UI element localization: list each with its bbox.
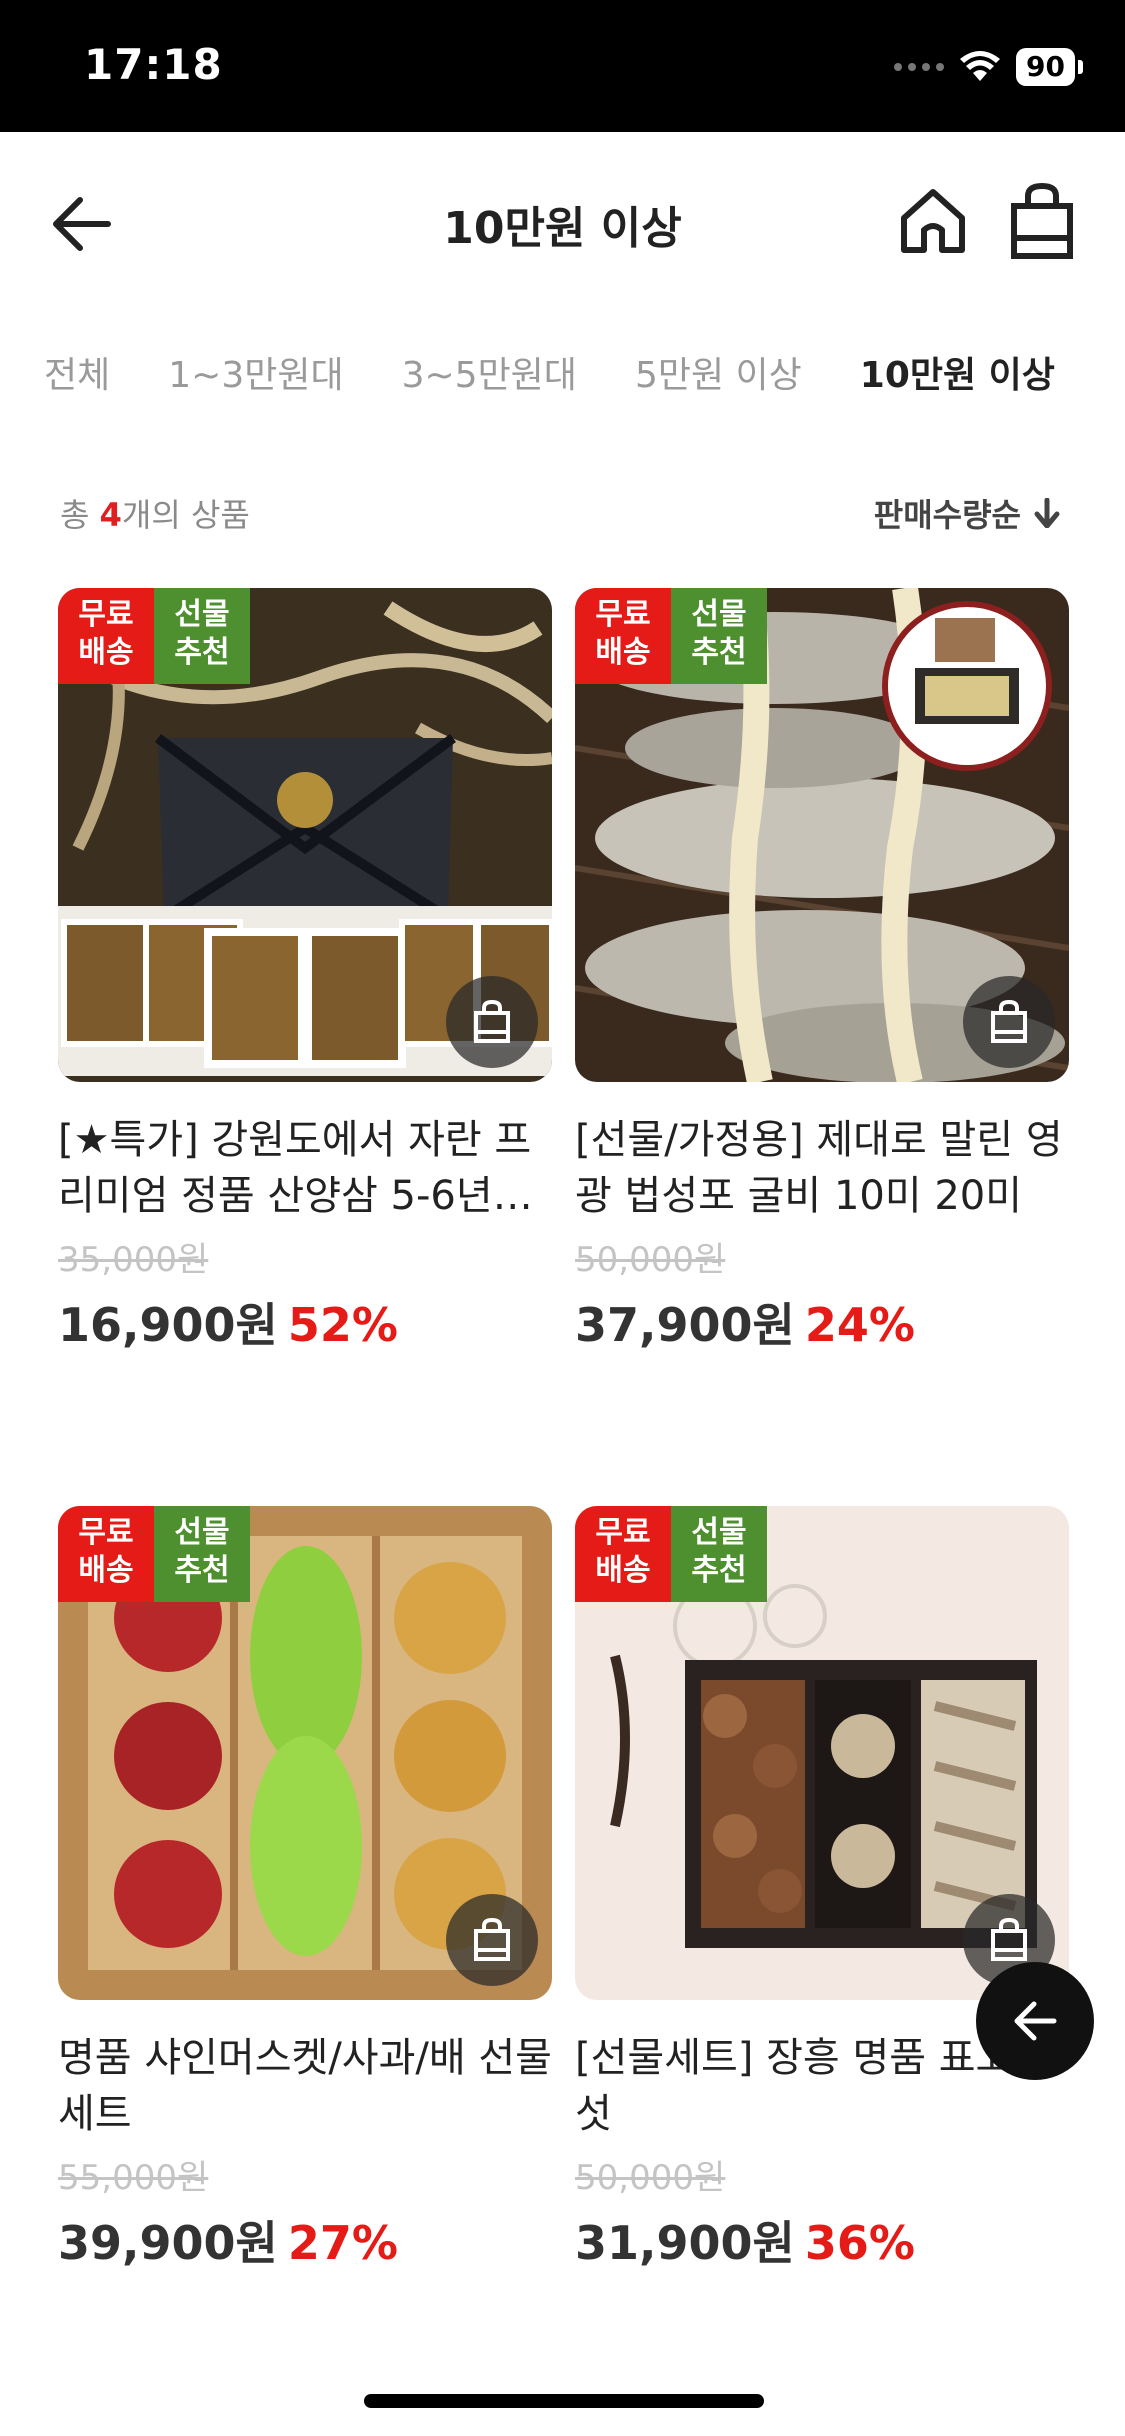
discount-rate: 52% [287,1298,398,1352]
sale-price-row: 31,900원 36% [575,2207,1069,2273]
sale-price-row: 37,900원 24% [575,1289,1069,1355]
product-card[interactable]: 무료 배송 선물 추천 [선물/가정용] 제대로 말린 영광 법성포 굴비 10미 … [575,588,1069,1355]
original-price: 50,000원 [575,2158,726,2198]
tab-30k-50k[interactable]: 3~5만원대 [402,346,577,396]
original-price: 55,000원 [58,2158,209,2198]
battery-indicator: 90 [1016,48,1083,86]
free-shipping-badge: 무료 배송 [58,1506,154,1602]
wifi-icon [960,51,1001,81]
product-name[interactable]: [★특가] 강원도에서 자란 프리미엄 정품 산양삼 5-6년근 선물세트 [58,1112,552,1224]
tab-all[interactable]: 전체 [44,346,110,396]
add-to-cart-button[interactable] [446,1894,538,1986]
cart-button[interactable] [1008,182,1076,260]
product-badges: 무료 배송 선물 추천 [575,588,767,684]
sale-price: 37,900원 [575,1298,795,1352]
tab-50k-plus[interactable]: 5만원 이상 [635,346,802,396]
shopping-bag-icon [991,1917,1027,1961]
product-count-prefix: 총 [60,496,100,534]
discount-rate: 27% [287,2216,398,2270]
product-name[interactable]: [선물/가정용] 제대로 말린 영광 법성포 굴비 10미 20미 [575,1112,1069,1224]
product-image[interactable]: 무료 배송 선물 추천 [575,588,1069,1082]
header: 10만원 이상 [0,132,1125,312]
shopping-bag-icon [1011,182,1073,259]
floating-back-button[interactable] [976,1962,1094,2080]
cellular-signal-icon [894,63,945,71]
status-time: 17:18 [84,40,223,89]
discount-rate: 24% [804,1298,915,1352]
product-name[interactable]: 명품 샤인머스켓/사과/배 선물세트 [58,2030,552,2142]
tab-100k-plus[interactable]: 10만원 이상 [860,346,1055,396]
free-shipping-badge: 무료 배송 [58,588,154,684]
gift-recommend-badge: 선물 추천 [671,1506,767,1602]
sale-price-row: 16,900원 52% [58,1289,552,1355]
gift-recommend-badge: 선물 추천 [154,1506,250,1602]
status-icons: 90 [894,48,1083,86]
gift-recommend-badge: 선물 추천 [154,588,250,684]
sort-label: 판매수량순 [873,496,1021,534]
sale-price: 39,900원 [58,2216,278,2270]
sale-price: 31,900원 [575,2216,795,2270]
sort-dropdown[interactable]: 판매수량순 [874,490,1061,536]
product-card[interactable]: 무료 배송 선물 추천 [선물세트] 장흥 명품 표고버섯 50,000원 31,9… [575,1506,1069,2273]
home-button[interactable] [896,184,970,258]
add-to-cart-button[interactable] [446,976,538,1068]
sort-arrow-icon [1034,498,1060,528]
product-badges: 무료 배송 선물 추천 [575,1506,767,1602]
product-count: 총 4개의 상품 [60,490,250,536]
gift-recommend-badge: 선물 추천 [671,588,767,684]
discount-rate: 36% [804,2216,915,2270]
home-indicator[interactable] [364,2394,764,2408]
original-price: 50,000원 [575,1240,726,1280]
home-icon [901,189,965,253]
shopping-bag-icon [474,1917,510,1961]
product-card[interactable]: 무료 배송 선물 추천 명품 샤인머스켓/사과/배 선물세트 55,000원 39,… [58,1506,552,2273]
product-count-number: 4 [99,496,122,534]
product-badges: 무료 배송 선물 추천 [58,1506,250,1602]
sale-price-row: 39,900원 27% [58,2207,552,2273]
free-shipping-badge: 무료 배송 [575,588,671,684]
product-count-suffix: 개의 상품 [121,496,250,534]
product-card[interactable]: 무료 배송 선물 추천 [★특가] 강원도에서 자란 프리미엄 정품 산양삼 5-6… [58,588,552,1355]
product-image[interactable]: 무료 배송 선물 추천 [58,588,552,1082]
product-badges: 무료 배송 선물 추천 [58,588,250,684]
original-price: 35,000원 [58,1240,209,1280]
shopping-bag-icon [991,999,1027,1043]
shopping-bag-icon [474,999,510,1043]
tab-10k-30k[interactable]: 1~3만원대 [168,346,343,396]
free-shipping-badge: 무료 배송 [575,1506,671,1602]
product-image[interactable]: 무료 배송 선물 추천 [58,1506,552,2000]
left-arrow-icon [1014,2001,1057,2041]
add-to-cart-button[interactable] [963,976,1055,1068]
product-image[interactable]: 무료 배송 선물 추천 [575,1506,1069,2000]
sale-price: 16,900원 [58,1298,278,1352]
status-bar: 17:18 90 [0,0,1125,132]
price-tabs: 전체 1~3만원대 3~5만원대 5만원 이상 10만원 이상 [44,346,1113,396]
